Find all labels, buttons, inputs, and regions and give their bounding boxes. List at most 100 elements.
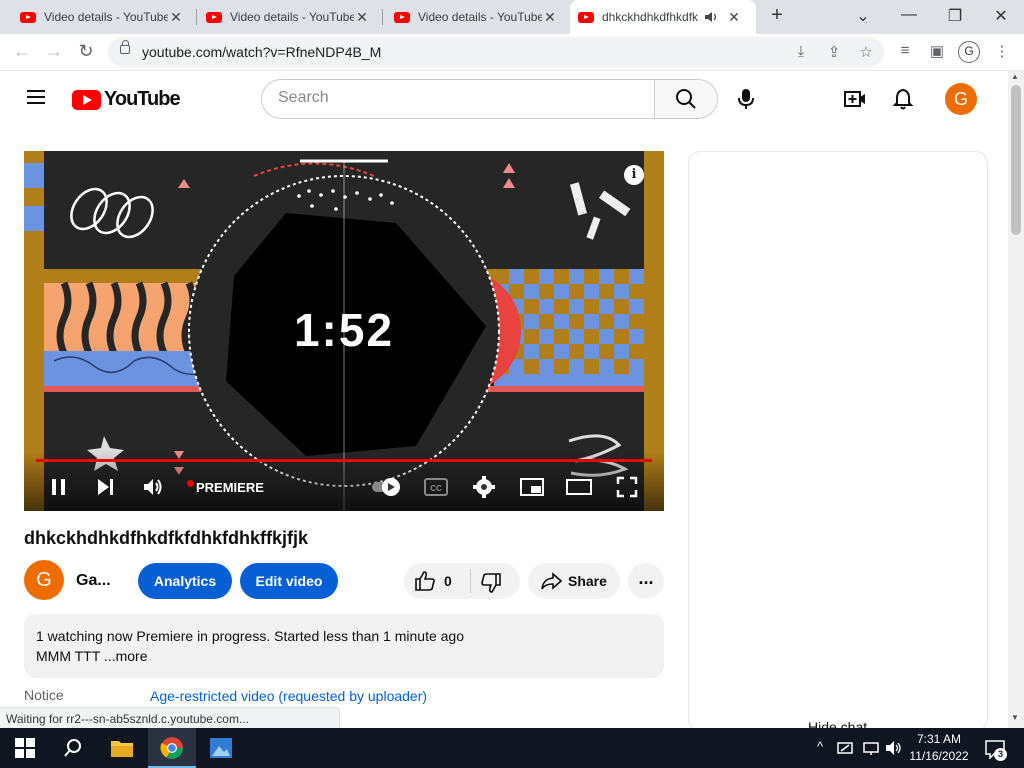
chrome-icon[interactable] bbox=[160, 736, 184, 760]
share-label: Share bbox=[568, 573, 607, 589]
like-icon[interactable] bbox=[414, 570, 436, 592]
lock-icon[interactable] bbox=[120, 40, 130, 54]
search-input[interactable] bbox=[278, 89, 638, 107]
miniplayer-icon[interactable] bbox=[520, 476, 544, 498]
progress-bar[interactable] bbox=[36, 459, 652, 462]
windows-start-icon[interactable] bbox=[15, 738, 35, 762]
microphone-icon bbox=[738, 89, 754, 109]
next-icon[interactable] bbox=[95, 476, 117, 498]
share-page-icon[interactable]: ⇪ bbox=[824, 43, 844, 61]
premiere-label: PREMIERE bbox=[196, 480, 264, 495]
close-tab-icon[interactable]: ✕ bbox=[354, 9, 370, 26]
scrollbar-thumb[interactable] bbox=[1011, 85, 1021, 235]
tab-video-details-3[interactable]: Video details - YouTube Studio ✕ bbox=[386, 0, 566, 34]
clock-date: 11/16/2022 bbox=[909, 749, 969, 763]
channel-name[interactable]: Ga... bbox=[76, 572, 111, 590]
back-icon[interactable]: ← bbox=[11, 41, 33, 62]
tab-title: dhkckhdhkdfhkdfkfdhkfdhkffkjfjk - YouTub… bbox=[602, 10, 698, 24]
premiere-countdown: 1:52 bbox=[293, 304, 395, 356]
video-title: dhkckhdhkdfhkdfkfdhkfdhkffkjfjk bbox=[24, 528, 309, 548]
create-button[interactable] bbox=[843, 87, 867, 111]
media-control-icon[interactable]: ≡ bbox=[895, 42, 915, 59]
scroll-down-arrow-icon[interactable]: ▼ bbox=[1011, 713, 1019, 722]
search-button[interactable] bbox=[654, 79, 718, 119]
voice-search-button[interactable] bbox=[730, 83, 762, 115]
analytics-button[interactable]: Analytics bbox=[138, 563, 232, 599]
address-bar[interactable]: youtube.com/watch?v=RfneNDP4B_M ⤓ ⇪ ☆ bbox=[108, 37, 884, 67]
dislike-icon[interactable] bbox=[480, 572, 502, 594]
description-box[interactable]: 1 watching now Premiere in progress. Sta… bbox=[24, 614, 664, 678]
notifications-button[interactable] bbox=[891, 87, 915, 111]
close-tab-icon[interactable]: ✕ bbox=[168, 9, 184, 26]
search-icon bbox=[676, 89, 696, 109]
install-app-icon[interactable]: ⤓ bbox=[791, 43, 811, 60]
youtube-favicon-icon bbox=[20, 11, 36, 23]
like-divider bbox=[470, 569, 471, 593]
file-explorer-icon[interactable] bbox=[110, 738, 134, 762]
clock-time: 7:31 AM bbox=[916, 732, 962, 746]
volume-icon[interactable] bbox=[142, 476, 164, 498]
browser-status-bar: Waiting for rr2---sn-ab5sznld.c.youtube.… bbox=[0, 707, 340, 728]
age-restriction-link[interactable]: Age-restricted video (requested by uploa… bbox=[150, 688, 427, 704]
autoplay-toggle-icon[interactable] bbox=[371, 476, 401, 498]
captions-icon[interactable]: CC bbox=[424, 476, 448, 498]
edit-video-button[interactable]: Edit video bbox=[240, 563, 338, 599]
new-tab-button[interactable]: + bbox=[766, 4, 788, 27]
channel-avatar[interactable]: G bbox=[24, 560, 64, 600]
show-more-link[interactable]: ...more bbox=[104, 648, 148, 664]
tab-title: Video details - YouTube Studio bbox=[230, 10, 354, 24]
network-icon[interactable] bbox=[862, 740, 880, 756]
show-hidden-icons-icon[interactable]: ^ bbox=[817, 739, 823, 754]
photos-app-icon[interactable] bbox=[209, 737, 233, 761]
minimize-button[interactable]: — bbox=[897, 6, 921, 24]
tab-strip: Video details - YouTube Studio ✕ Video d… bbox=[0, 0, 1024, 34]
speaker-icon[interactable] bbox=[885, 740, 903, 756]
close-window-button[interactable]: ✕ bbox=[989, 6, 1013, 26]
tab-video-details-1[interactable]: Video details - YouTube Studio ✕ bbox=[12, 0, 192, 34]
side-panel-icon[interactable]: ▣ bbox=[927, 42, 947, 60]
search-box[interactable] bbox=[261, 79, 655, 119]
tab-title: Video details - YouTube Studio bbox=[44, 10, 168, 24]
youtube-favicon-icon bbox=[394, 11, 410, 23]
live-dot-icon bbox=[187, 480, 194, 487]
description-body: MMM TTT bbox=[36, 648, 101, 664]
url-text[interactable]: youtube.com/watch?v=RfneNDP4B_M bbox=[142, 44, 381, 60]
account-avatar[interactable]: G bbox=[945, 83, 977, 115]
settings-gear-icon[interactable] bbox=[472, 475, 496, 499]
tab-video-details-2[interactable]: Video details - YouTube Studio ✕ bbox=[198, 0, 378, 34]
reload-icon[interactable]: ↻ bbox=[75, 41, 97, 62]
video-add-icon bbox=[844, 91, 865, 107]
tab-watch-video[interactable]: dhkckhdhkdfhkdfkfdhkfdhkffkjfjk - YouTub… bbox=[570, 0, 756, 34]
svg-text:CC: CC bbox=[430, 484, 442, 493]
pause-icon[interactable] bbox=[48, 476, 70, 498]
notice-label: Notice bbox=[24, 687, 64, 703]
like-count: 0 bbox=[444, 573, 452, 589]
more-actions-button[interactable]: ... bbox=[628, 563, 664, 599]
forward-icon[interactable]: → bbox=[43, 41, 65, 62]
info-icon[interactable]: i bbox=[624, 165, 644, 185]
profile-avatar[interactable]: G bbox=[958, 41, 980, 63]
youtube-logo[interactable]: YouTube bbox=[72, 88, 181, 111]
tab-separator bbox=[196, 9, 197, 25]
tab-search-icon[interactable]: ⌄ bbox=[851, 6, 875, 26]
close-tab-icon[interactable]: ✕ bbox=[726, 9, 742, 26]
restore-button[interactable]: ❐ bbox=[943, 6, 967, 26]
close-tab-icon[interactable]: ✕ bbox=[542, 9, 558, 26]
menu-kebab-icon[interactable]: ⋮ bbox=[992, 42, 1012, 60]
scroll-up-arrow-icon[interactable]: ▲ bbox=[1011, 72, 1019, 81]
taskbar-search-icon[interactable] bbox=[63, 738, 83, 762]
theater-mode-icon[interactable] bbox=[566, 476, 592, 498]
hamburger-menu-icon[interactable] bbox=[27, 90, 45, 104]
live-chat-panel bbox=[688, 151, 988, 731]
youtube-play-icon bbox=[72, 89, 101, 110]
bookmark-star-icon[interactable]: ☆ bbox=[856, 43, 876, 61]
logo-text: YouTube bbox=[104, 88, 181, 110]
video-player[interactable]: 1:52 i PREMIERE CC bbox=[24, 151, 664, 511]
taskbar-clock[interactable]: 7:31 AM 11/16/2022 bbox=[906, 731, 972, 765]
network-battery-icon[interactable] bbox=[837, 740, 855, 756]
audio-playing-icon[interactable] bbox=[704, 10, 720, 24]
browser-toolbar: ← → ↻ youtube.com/watch?v=RfneNDP4B_M ⤓ … bbox=[0, 34, 1024, 71]
youtube-favicon-icon bbox=[578, 11, 594, 23]
fullscreen-icon[interactable] bbox=[616, 476, 638, 498]
bell-icon bbox=[892, 88, 914, 110]
